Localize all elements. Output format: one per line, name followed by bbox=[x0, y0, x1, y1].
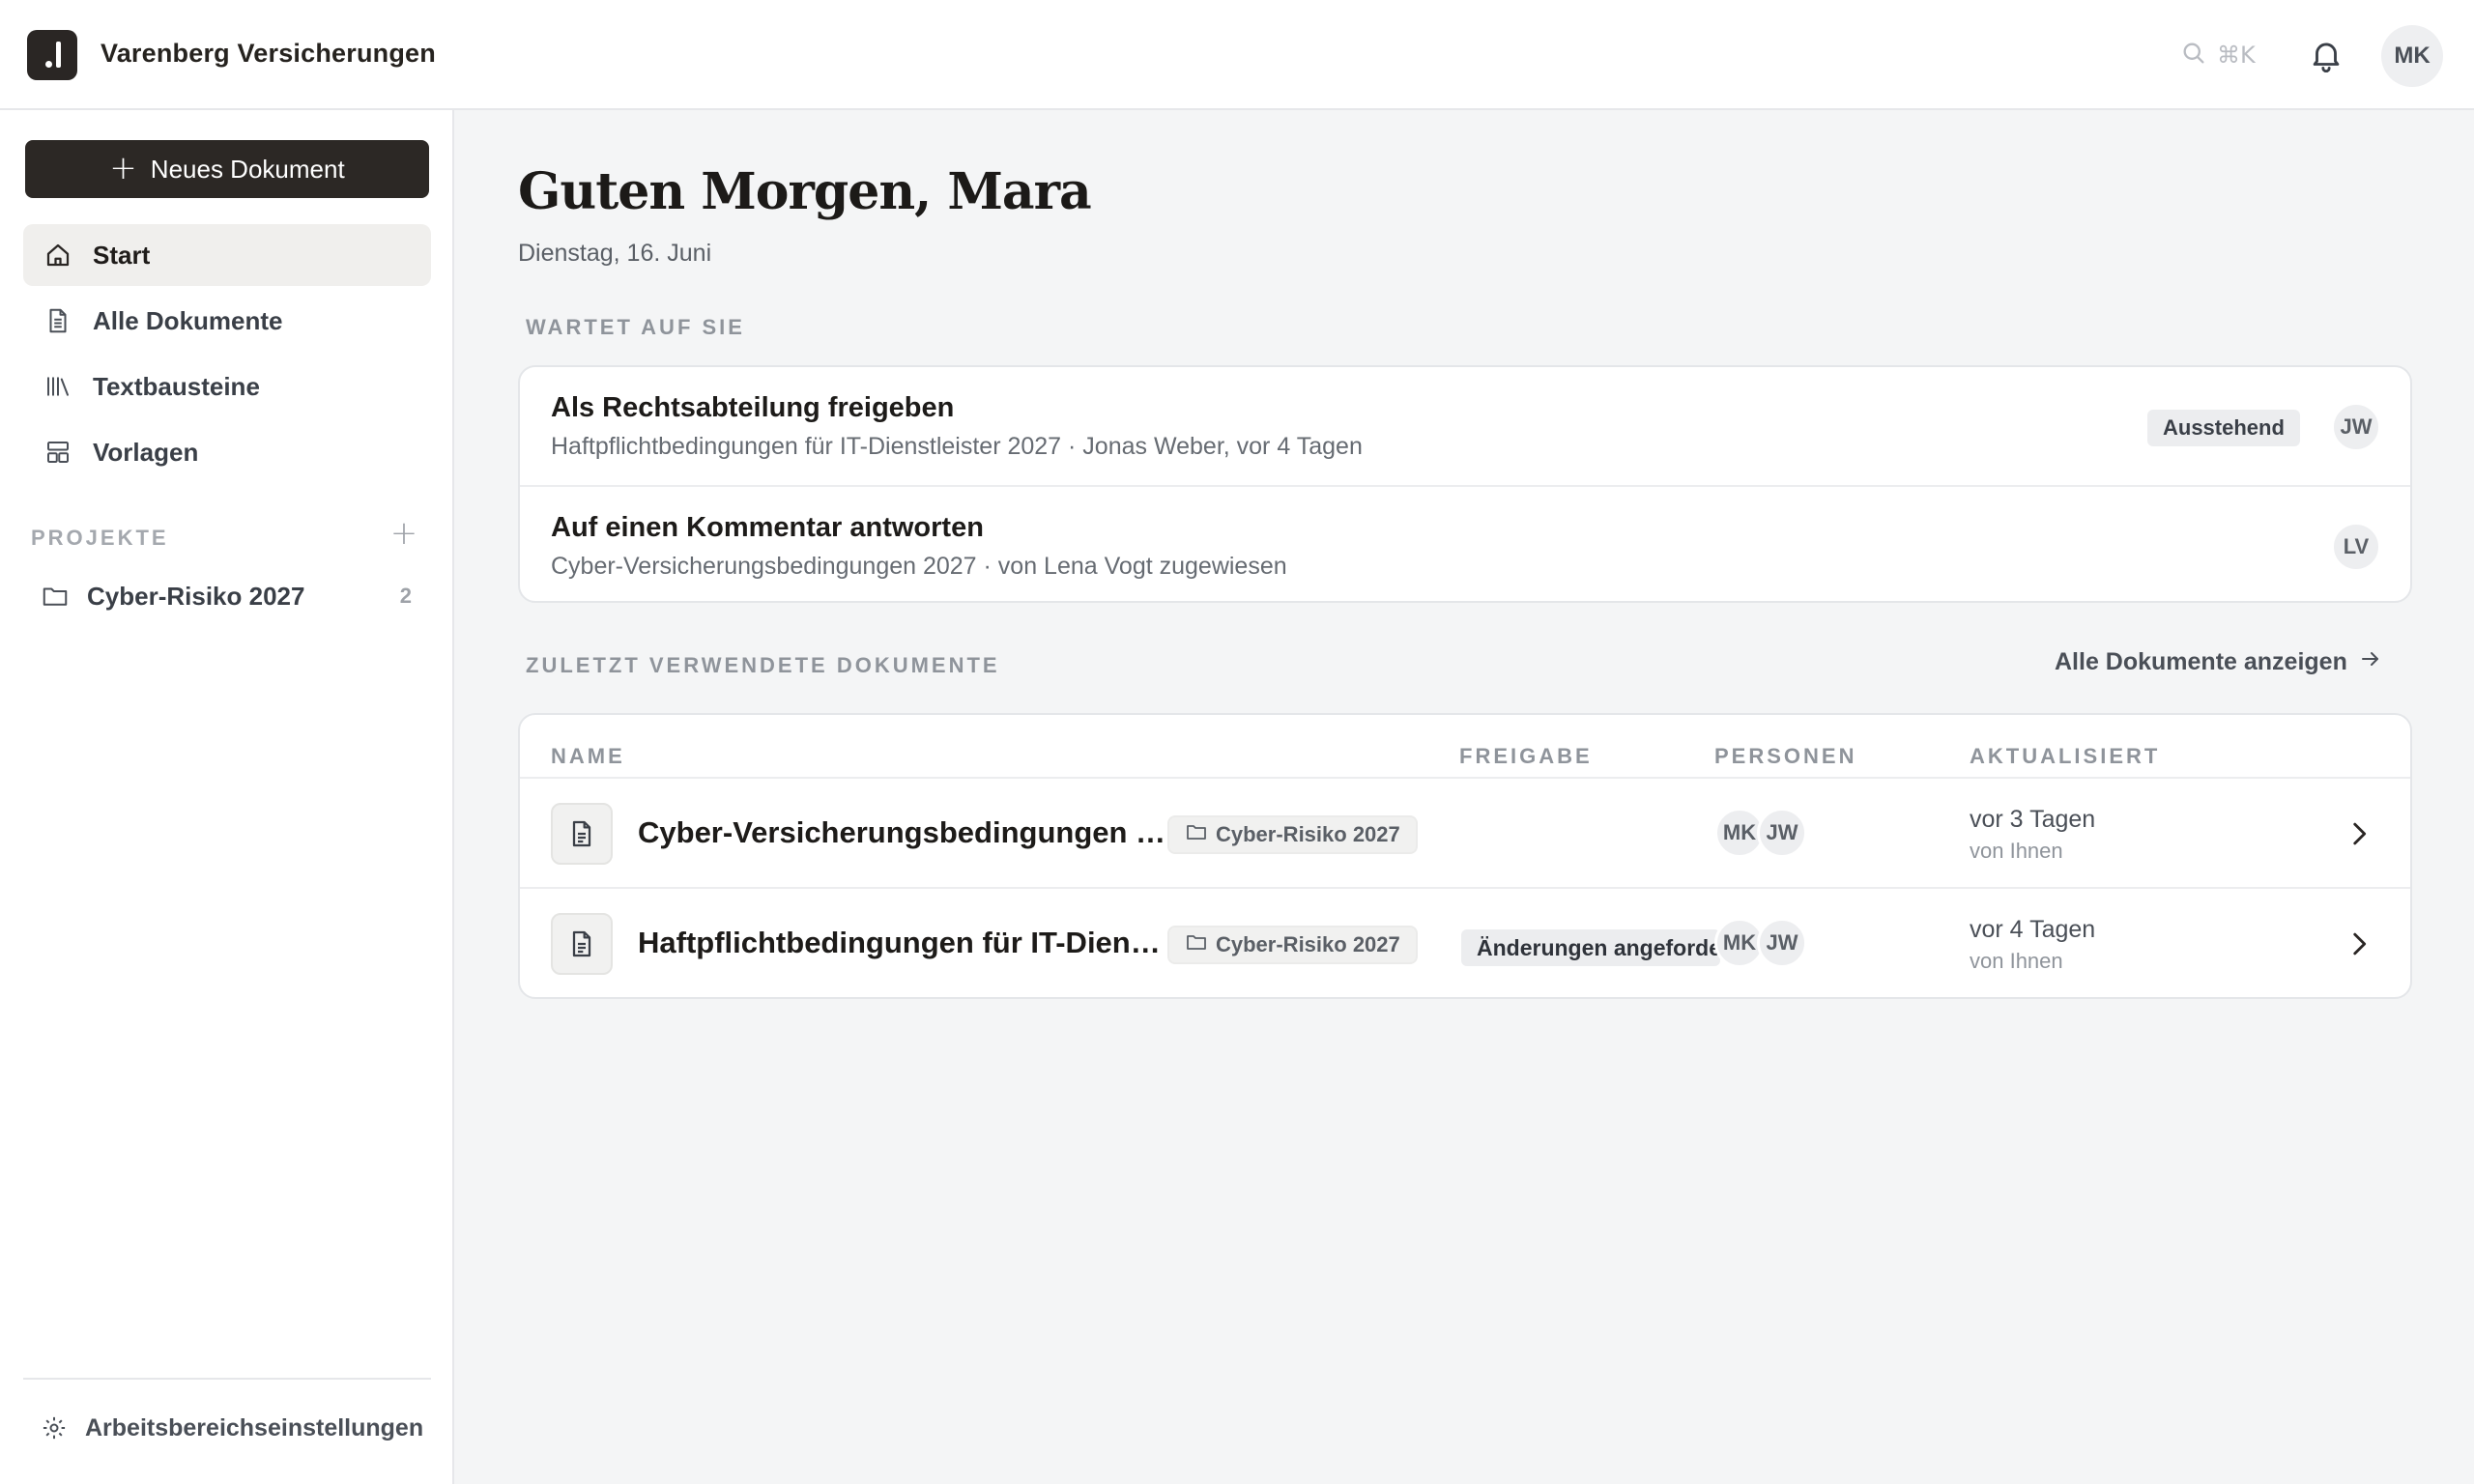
task-title: Auf einen Kommentar antworten bbox=[551, 512, 984, 543]
table-row[interactable]: Cyber-Versicherungsbedingungen 2027 Cybe… bbox=[520, 777, 2410, 889]
chevron-right-icon[interactable] bbox=[2343, 817, 2375, 850]
project-chip[interactable]: Cyber-Risiko 2027 bbox=[1167, 926, 1418, 964]
sidebar-item-textbausteine[interactable]: Textbausteine bbox=[23, 356, 431, 417]
updated-time: vor 3 Tagen bbox=[1970, 806, 2096, 833]
project-count: 2 bbox=[399, 584, 412, 608]
column-header-freigabe: FREIGABE bbox=[1459, 744, 1593, 768]
folder-icon bbox=[1185, 930, 1208, 959]
avatar: JW bbox=[2331, 402, 2381, 452]
avatar: JW bbox=[1757, 918, 1807, 968]
project-chip-label: Cyber-Risiko 2027 bbox=[1216, 932, 1400, 956]
document-icon bbox=[43, 305, 73, 336]
updated-time: vor 4 Tagen bbox=[1970, 916, 2096, 943]
sidebar-item-vorlagen[interactable]: Vorlagen bbox=[23, 421, 431, 483]
plus-icon: + bbox=[109, 148, 137, 187]
column-header-aktualisiert: AKTUALISIERT bbox=[1970, 744, 2161, 768]
sidebar-item-label: Vorlagen bbox=[93, 437, 199, 467]
workspace-settings-link[interactable]: Arbeitsbereichseinstellungen bbox=[23, 1399, 448, 1457]
tasks-card: Als Rechtsabteilung freigeben Haftpflich… bbox=[518, 365, 2412, 603]
task-subtitle: Cyber-Versicherungsbedingungen 2027 · vo… bbox=[551, 553, 1287, 580]
sidebar-divider bbox=[23, 1378, 431, 1380]
task-subtitle: Haftpflichtbedingungen für IT-Dienstleis… bbox=[551, 433, 1363, 460]
recent-heading: ZULETZT VERWENDETE DOKUMENTE bbox=[526, 653, 1000, 677]
task-item[interactable]: Auf einen Kommentar antworten Cyber-Vers… bbox=[520, 485, 2410, 601]
brand-name: Varenberg Versicherungen bbox=[101, 39, 436, 68]
search-button[interactable]: ⌘K bbox=[2180, 35, 2263, 75]
user-avatar[interactable]: MK bbox=[2381, 25, 2443, 87]
document-name: Haftpflichtbedingungen für IT-Dienstleis… bbox=[638, 926, 1167, 959]
library-icon bbox=[43, 371, 73, 402]
current-date: Dienstag, 16. Juni bbox=[518, 240, 712, 267]
sidebar-item-start[interactable]: Start bbox=[23, 224, 431, 286]
search-icon bbox=[2180, 40, 2207, 71]
projects-heading: PROJEKTE bbox=[31, 526, 169, 550]
home-icon bbox=[43, 240, 73, 271]
table-row[interactable]: Haftpflichtbedingungen für IT-Dienstleis… bbox=[520, 887, 2410, 997]
sidebar: + Neues Dokument Start Alle Dokumente Te… bbox=[0, 110, 454, 1484]
folder-icon bbox=[1185, 820, 1208, 849]
sidebar-item-label: Textbausteine bbox=[93, 371, 260, 401]
folder-icon bbox=[41, 581, 72, 612]
task-title: Als Rechtsabteilung freigeben bbox=[551, 392, 955, 423]
chevron-right-icon[interactable] bbox=[2343, 928, 2375, 960]
new-document-label: Neues Dokument bbox=[150, 154, 345, 184]
updated-by: von Ihnen bbox=[1970, 839, 2063, 863]
status-badge: Ausstehend bbox=[2147, 410, 2300, 446]
template-icon bbox=[43, 437, 73, 468]
gear-icon bbox=[41, 1413, 70, 1442]
sidebar-item-label: Alle Dokumente bbox=[93, 305, 283, 335]
new-document-button[interactable]: + Neues Dokument bbox=[25, 140, 429, 198]
app-root: Varenberg Versicherungen ⌘K MK + Neues D… bbox=[0, 0, 2474, 1484]
add-project-plus-icon[interactable]: + bbox=[387, 516, 421, 551]
document-name: Cyber-Versicherungsbedingungen 2027 bbox=[638, 815, 1167, 849]
sidebar-item-label: Start bbox=[93, 240, 151, 270]
project-chip[interactable]: Cyber-Risiko 2027 bbox=[1167, 815, 1418, 854]
updated-by: von Ihnen bbox=[1970, 949, 2063, 973]
project-chip-label: Cyber-Risiko 2027 bbox=[1216, 822, 1400, 846]
column-header-personen: PERSONEN bbox=[1714, 744, 1857, 768]
task-item[interactable]: Als Rechtsabteilung freigeben Haftpflich… bbox=[520, 367, 2410, 485]
document-icon bbox=[551, 803, 613, 865]
notifications-bell-icon[interactable] bbox=[2308, 37, 2346, 75]
sidebar-project-cyber-risiko[interactable]: Cyber-Risiko 2027 2 bbox=[23, 566, 431, 626]
view-all-documents-link[interactable]: Alle Dokumente anzeigen bbox=[2055, 647, 2382, 677]
settings-label: Arbeitsbereichseinstellungen bbox=[85, 1413, 424, 1441]
avatar: LV bbox=[2331, 522, 2381, 572]
column-header-name: NAME bbox=[551, 744, 625, 768]
document-icon bbox=[551, 913, 613, 975]
sidebar-item-alle-dokumente[interactable]: Alle Dokumente bbox=[23, 290, 431, 352]
view-all-label: Alle Dokumente anzeigen bbox=[2055, 648, 2347, 675]
page-title: Guten Morgen, Mara bbox=[518, 162, 1092, 221]
waiting-heading: WARTET AUF SIE bbox=[526, 315, 745, 339]
arrow-right-icon bbox=[2359, 647, 2382, 677]
logo-icon[interactable] bbox=[27, 30, 77, 80]
top-bar: Varenberg Versicherungen ⌘K MK bbox=[0, 0, 2474, 110]
recent-documents-table: NAME FREIGABE PERSONEN AKTUALISIERT Cybe… bbox=[518, 713, 2412, 999]
status-badge: Änderungen angefordert bbox=[1461, 929, 1720, 966]
search-shortcut: ⌘K bbox=[2217, 42, 2256, 69]
project-label: Cyber-Risiko 2027 bbox=[87, 581, 305, 611]
avatar: JW bbox=[1757, 808, 1807, 858]
